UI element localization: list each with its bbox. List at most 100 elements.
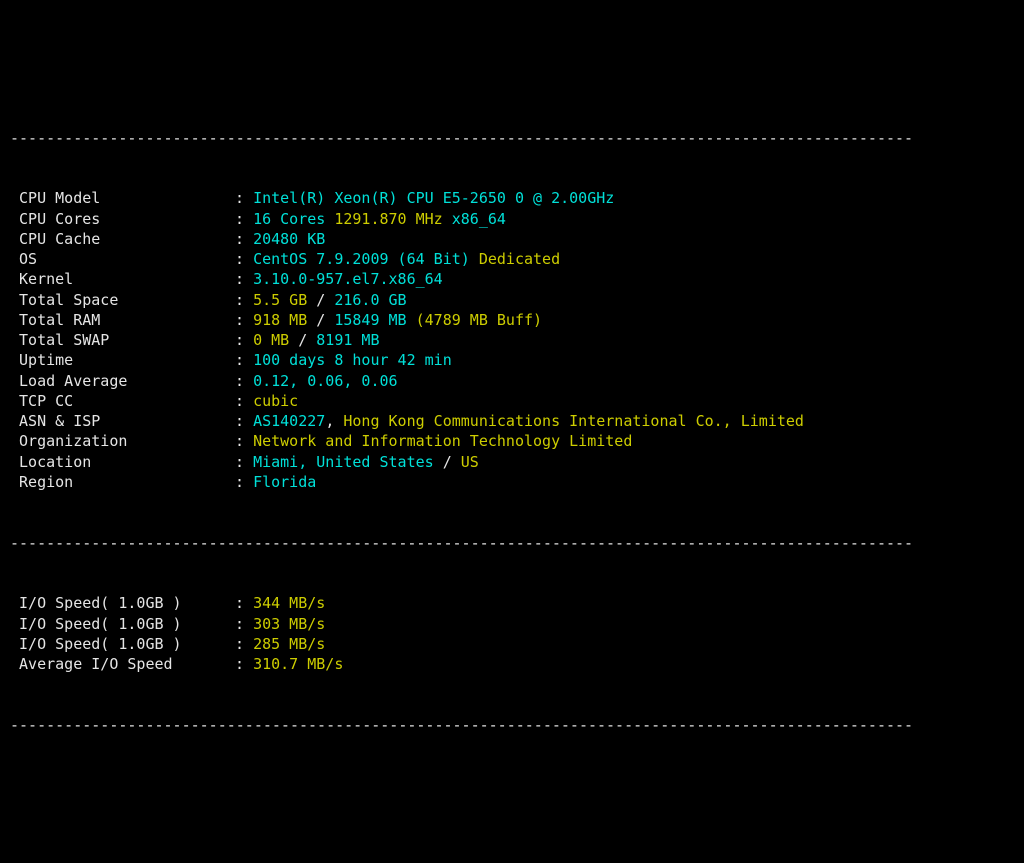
info-row: I/O Speed( 1.0GB ): 344 MB/s [10,593,1014,613]
info-value-segment [325,209,334,229]
info-label: CPU Cache [10,229,235,249]
info-row: Total Space: 5.5 GB / 216.0 GB [10,290,1014,310]
info-value-segment: Intel(R) Xeon(R) CPU E5-2650 0 @ 2.00GHz [253,188,614,208]
info-value-segment: 20480 KB [253,229,325,249]
info-label: Total Space [10,290,235,310]
colon-separator: : [235,452,253,472]
info-value-segment: / [307,310,334,330]
info-label: I/O Speed( 1.0GB ) [10,614,235,634]
info-value-segment: Dedicated [479,249,560,269]
info-value-segment: (4789 MB Buff) [416,310,542,330]
info-value-segment [470,249,479,269]
colon-separator: : [235,209,253,229]
info-label: CPU Model [10,188,235,208]
info-row: Total RAM: 918 MB / 15849 MB (4789 MB Bu… [10,310,1014,330]
divider-line: ----------------------------------------… [10,533,1014,553]
info-label: CPU Cores [10,209,235,229]
info-row: Load Average: 0.12, 0.06, 0.06 [10,371,1014,391]
info-label: Uptime [10,350,235,370]
info-value-segment: Hong Kong Communications International C… [343,411,804,431]
colon-separator: : [235,310,253,330]
info-label: OS [10,249,235,269]
info-label: TCP CC [10,391,235,411]
info-value-segment [443,209,452,229]
colon-separator: : [235,472,253,492]
info-label: ASN & ISP [10,411,235,431]
colon-separator: : [235,431,253,451]
info-row: Organization: Network and Information Te… [10,431,1014,451]
info-row: Uptime: 100 days 8 hour 42 min [10,350,1014,370]
info-value-segment: Miami, United States [253,452,434,472]
info-value-segment: 16 Cores [253,209,325,229]
info-label: Kernel [10,269,235,289]
info-value-segment: Network and Information Technology Limit… [253,431,632,451]
info-row: I/O Speed( 1.0GB ): 285 MB/s [10,634,1014,654]
info-value-segment: 918 MB [253,310,307,330]
info-value-segment: 303 MB/s [253,614,325,634]
info-row: Kernel: 3.10.0-957.el7.x86_64 [10,269,1014,289]
info-value-segment: 15849 MB [334,310,406,330]
colon-separator: : [235,269,253,289]
info-row: CPU Model: Intel(R) Xeon(R) CPU E5-2650 … [10,188,1014,208]
info-label: I/O Speed( 1.0GB ) [10,593,235,613]
info-label: Total RAM [10,310,235,330]
info-row: Location: Miami, United States / US [10,452,1014,472]
info-value-segment: x86_64 [452,209,506,229]
colon-separator: : [235,371,253,391]
info-value-segment: 216.0 GB [334,290,406,310]
info-label: Average I/O Speed [10,654,235,674]
info-label: Location [10,452,235,472]
info-value-segment: 285 MB/s [253,634,325,654]
system-info-block: CPU Model: Intel(R) Xeon(R) CPU E5-2650 … [10,188,1014,492]
info-value-segment: cubic [253,391,298,411]
info-value-segment: Florida [253,472,316,492]
info-row: ASN & ISP: AS140227, Hong Kong Communica… [10,411,1014,431]
info-row: Region: Florida [10,472,1014,492]
info-row: Average I/O Speed: 310.7 MB/s [10,654,1014,674]
colon-separator: : [235,593,253,613]
info-value-segment: 5.5 GB [253,290,307,310]
info-value-segment: 3.10.0-957.el7.x86_64 [253,269,443,289]
info-row: CPU Cores: 16 Cores 1291.870 MHz x86_64 [10,209,1014,229]
info-value-segment: 344 MB/s [253,593,325,613]
info-value-segment: 100 days 8 hour 42 min [253,350,452,370]
info-label: Organization [10,431,235,451]
info-label: Load Average [10,371,235,391]
colon-separator: : [235,614,253,634]
info-value-segment: 8191 MB [316,330,379,350]
info-value-segment: / [434,452,461,472]
info-value-segment: 0.12, 0.06, 0.06 [253,371,398,391]
colon-separator: : [235,350,253,370]
info-row: I/O Speed( 1.0GB ): 303 MB/s [10,614,1014,634]
divider-line: ----------------------------------------… [10,128,1014,148]
info-label: Region [10,472,235,492]
info-label: Total SWAP [10,330,235,350]
info-row: Total SWAP: 0 MB / 8191 MB [10,330,1014,350]
info-row: OS: CentOS 7.9.2009 (64 Bit) Dedicated [10,249,1014,269]
terminal-output: ----------------------------------------… [10,87,1014,755]
info-value-segment: / [289,330,316,350]
info-label: I/O Speed( 1.0GB ) [10,634,235,654]
colon-separator: : [235,634,253,654]
colon-separator: : [235,391,253,411]
divider-line: ----------------------------------------… [10,715,1014,735]
colon-separator: : [235,411,253,431]
info-value-segment: / [307,290,334,310]
info-value-segment: 0 MB [253,330,289,350]
info-value-segment: 1291.870 MHz [334,209,442,229]
colon-separator: : [235,290,253,310]
info-value-segment: US [461,452,479,472]
info-value-segment: , [325,411,343,431]
info-value-segment: 310.7 MB/s [253,654,343,674]
colon-separator: : [235,229,253,249]
info-row: CPU Cache: 20480 KB [10,229,1014,249]
info-row: TCP CC: cubic [10,391,1014,411]
info-value-segment: CentOS 7.9.2009 (64 Bit) [253,249,470,269]
info-value-segment [407,310,416,330]
info-value-segment: AS140227 [253,411,325,431]
colon-separator: : [235,330,253,350]
colon-separator: : [235,654,253,674]
colon-separator: : [235,249,253,269]
colon-separator: : [235,188,253,208]
io-speed-block: I/O Speed( 1.0GB ): 344 MB/s I/O Speed( … [10,593,1014,674]
